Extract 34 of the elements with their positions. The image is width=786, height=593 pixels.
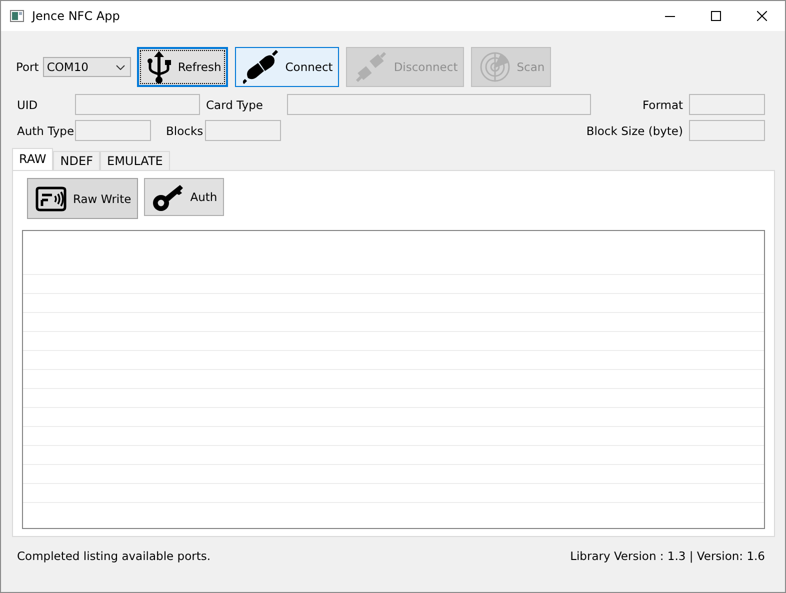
radar-icon xyxy=(478,51,511,83)
field-label: Block Size (byte) xyxy=(586,124,683,138)
close-icon xyxy=(757,11,767,21)
field-label: Card Type xyxy=(206,98,264,112)
input-field[interactable] xyxy=(689,120,765,141)
field-label: Auth Type xyxy=(17,124,75,138)
input-field[interactable] xyxy=(75,120,151,141)
input-field[interactable] xyxy=(287,94,591,115)
card-icon xyxy=(35,186,69,212)
port-dropdown[interactable]: COM10 xyxy=(42,57,131,77)
chevron-icon xyxy=(116,64,125,70)
tab[interactable]: EMULATE xyxy=(100,151,170,170)
maximize-icon xyxy=(711,11,721,21)
toolbar-button[interactable]: Connect xyxy=(235,47,339,87)
input-field[interactable] xyxy=(75,94,200,115)
input-field[interactable] xyxy=(689,94,765,115)
field-label: UID xyxy=(17,98,39,112)
tab[interactable]: NDEF xyxy=(53,151,100,170)
toolbar-button[interactable]: Refresh xyxy=(136,47,228,87)
status-message: Completed listing available ports. xyxy=(17,549,210,563)
field-label: Blocks xyxy=(166,124,204,138)
version-text: Library Version : 1.3 | Version: 1.6 xyxy=(570,549,765,563)
port-label: Port xyxy=(16,60,39,74)
action-button[interactable]: Raw Write xyxy=(27,178,138,219)
window-title: Jence NFC App xyxy=(32,9,120,23)
tab[interactable]: RAW xyxy=(12,148,54,170)
plug-icon xyxy=(243,50,280,84)
field-label: Format xyxy=(642,98,683,112)
data-list[interactable] xyxy=(22,230,765,529)
action-button[interactable]: Auth xyxy=(144,178,224,216)
app-icon xyxy=(10,10,24,22)
input-field[interactable] xyxy=(205,120,281,141)
plug-icon xyxy=(354,50,388,84)
usb-icon xyxy=(146,50,172,84)
